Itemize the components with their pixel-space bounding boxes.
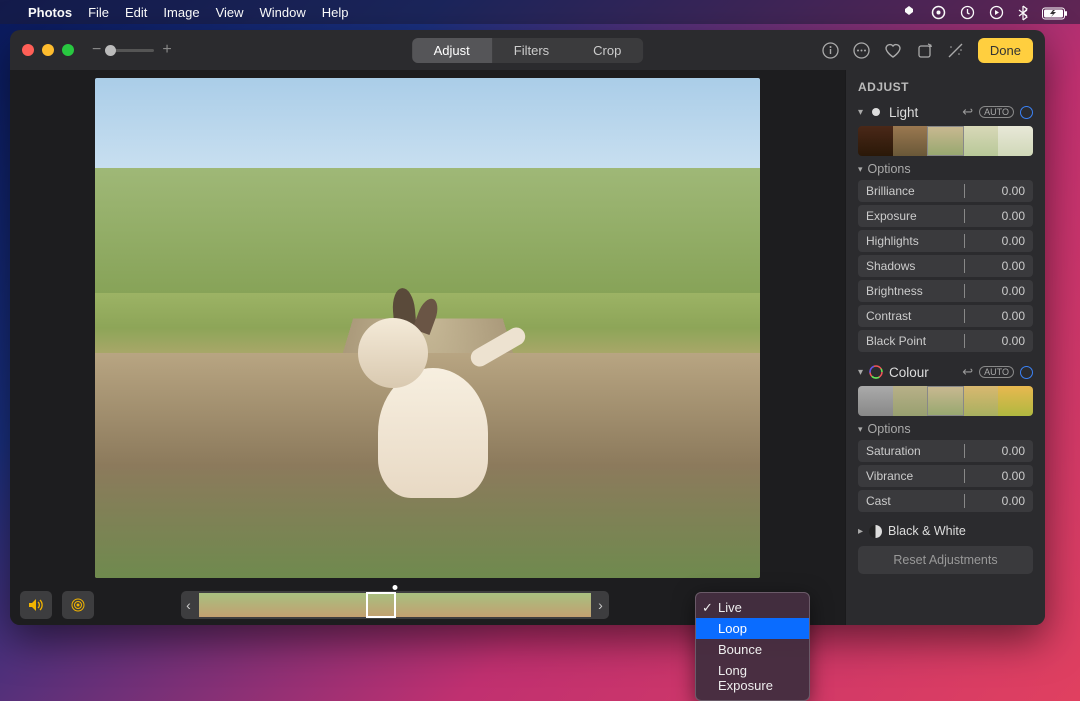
volume-button[interactable] [20, 591, 52, 619]
slider-shadows[interactable]: Shadows0.00 [858, 255, 1033, 277]
zoom-out-icon[interactable]: − [92, 41, 101, 59]
tab-crop[interactable]: Crop [571, 38, 643, 63]
slider-saturation[interactable]: Saturation0.00 [858, 440, 1033, 462]
light-icon [869, 105, 883, 119]
live-effect-menu: LiveLoopBounceLong Exposure [695, 592, 810, 701]
light-options-toggle[interactable]: ▾Options [858, 162, 1033, 176]
tab-adjust[interactable]: Adjust [412, 38, 492, 63]
photos-edit-window: − + Adjust Filters Crop Done [10, 30, 1045, 625]
close-window-button[interactable] [22, 44, 34, 56]
slider-contrast[interactable]: Contrast0.00 [858, 305, 1033, 327]
minimize-window-button[interactable] [42, 44, 54, 56]
colour-enable-ring[interactable] [1020, 366, 1033, 379]
app-menu[interactable]: Photos [28, 5, 72, 20]
rotate-icon[interactable] [916, 42, 933, 59]
main-edit-area: ‹ › [10, 70, 845, 625]
playhead-icon[interactable] [392, 585, 397, 590]
live-menu-bounce[interactable]: Bounce [696, 639, 809, 660]
live-menu-loop[interactable]: Loop [696, 618, 809, 639]
slider-brilliance[interactable]: Brilliance0.00 [858, 180, 1033, 202]
reset-adjustments-button[interactable]: Reset Adjustments [858, 546, 1033, 574]
zoom-in-icon[interactable]: + [162, 41, 171, 59]
light-reset-icon[interactable]: ↩ [962, 104, 973, 120]
adjust-sidebar: ADJUST ▾ Light ↩ AUTO ▾Options Brillianc… [845, 70, 1045, 625]
status-malware-icon[interactable] [901, 3, 917, 20]
slider-highlights[interactable]: Highlights0.00 [858, 230, 1033, 252]
menu-view[interactable]: View [216, 5, 244, 20]
slider-cast[interactable]: Cast0.00 [858, 490, 1033, 512]
status-play-icon[interactable] [989, 4, 1004, 21]
bw-disclosure[interactable]: ▸ [858, 526, 863, 537]
colour-options-toggle[interactable]: ▾Options [858, 422, 1033, 436]
live-menu-live[interactable]: Live [696, 597, 809, 618]
live-badge-button[interactable] [62, 591, 94, 619]
slider-brightness[interactable]: Brightness0.00 [858, 280, 1033, 302]
filmstrip-keyframe[interactable] [367, 593, 395, 617]
light-auto-button[interactable]: AUTO [979, 106, 1014, 118]
colour-reset-icon[interactable]: ↩ [962, 364, 973, 380]
traffic-lights [22, 44, 74, 56]
done-button[interactable]: Done [978, 38, 1033, 63]
more-icon[interactable] [853, 42, 870, 59]
slider-exposure[interactable]: Exposure0.00 [858, 205, 1033, 227]
light-preset-thumbs[interactable] [858, 126, 1033, 156]
bw-title: Black & White [888, 524, 966, 538]
status-bluetooth-icon[interactable] [1018, 3, 1028, 20]
filmstrip-prev[interactable]: ‹ [181, 591, 197, 619]
bw-icon [869, 525, 882, 538]
photo-canvas[interactable] [95, 78, 760, 578]
live-menu-long-exposure[interactable]: Long Exposure [696, 660, 809, 696]
status-battery-icon[interactable] [1042, 4, 1068, 20]
live-photo-filmstrip[interactable]: ‹ › [181, 591, 609, 619]
light-enable-ring[interactable] [1020, 106, 1033, 119]
colour-auto-button[interactable]: AUTO [979, 366, 1014, 378]
status-circle-icon[interactable] [931, 4, 946, 21]
colour-disclosure[interactable]: ▾ [858, 367, 863, 378]
slider-vibrance[interactable]: Vibrance0.00 [858, 465, 1033, 487]
menu-edit[interactable]: Edit [125, 5, 147, 20]
colour-icon [869, 365, 883, 379]
status-timemachine-icon[interactable] [960, 4, 975, 21]
menu-file[interactable]: File [88, 5, 109, 20]
light-section-header: ▾ Light ↩ AUTO [858, 104, 1033, 120]
window-toolbar: − + Adjust Filters Crop Done [10, 30, 1045, 70]
system-menubar: Photos File Edit Image View Window Help [0, 0, 1080, 24]
bw-section-header[interactable]: ▸ Black & White [858, 524, 1033, 538]
edit-mode-tabs: Adjust Filters Crop [412, 38, 644, 63]
zoom-slider[interactable]: − + [92, 41, 172, 59]
colour-title: Colour [889, 365, 956, 380]
light-disclosure[interactable]: ▾ [858, 107, 863, 118]
fullscreen-window-button[interactable] [62, 44, 74, 56]
autoenhance-icon[interactable] [947, 42, 964, 59]
colour-preset-thumbs[interactable] [858, 386, 1033, 416]
favorite-icon[interactable] [884, 42, 902, 59]
menu-help[interactable]: Help [322, 5, 349, 20]
light-title: Light [889, 105, 956, 120]
menu-window[interactable]: Window [260, 5, 306, 20]
info-icon[interactable] [822, 42, 839, 59]
menu-image[interactable]: Image [163, 5, 199, 20]
slider-black-point[interactable]: Black Point0.00 [858, 330, 1033, 352]
sidebar-heading: ADJUST [858, 80, 1033, 94]
filmstrip-next[interactable]: › [593, 591, 609, 619]
colour-section-header: ▾ Colour ↩ AUTO [858, 364, 1033, 380]
tab-filters[interactable]: Filters [492, 38, 571, 63]
